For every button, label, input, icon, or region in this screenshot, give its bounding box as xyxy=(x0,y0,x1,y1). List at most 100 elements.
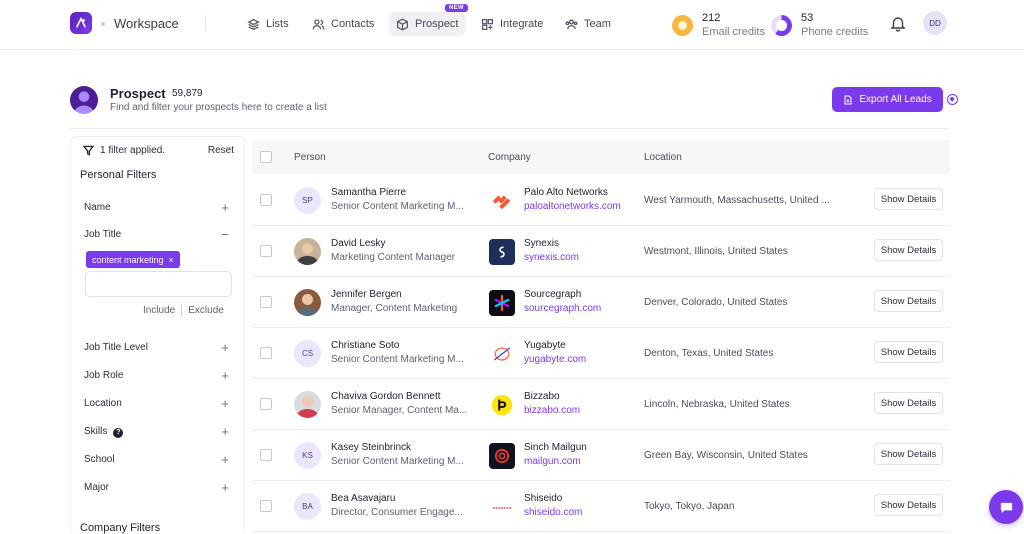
bell-icon[interactable] xyxy=(889,14,907,32)
company-domain-link[interactable]: mailgun.com xyxy=(524,456,581,467)
include-option[interactable]: Include xyxy=(143,305,175,316)
email-credits-icon xyxy=(672,14,693,36)
user-avatar[interactable]: DD xyxy=(923,11,947,35)
person-name[interactable]: Christiane Soto xyxy=(331,340,399,351)
show-details-button[interactable]: Show Details xyxy=(874,443,943,465)
filter-job-role[interactable]: Job Role + xyxy=(84,369,229,382)
person-location: Denton, Texas, United States xyxy=(644,348,774,359)
job-title-tag[interactable]: content marketing × xyxy=(86,251,180,268)
company-domain-link[interactable]: yugabyte.com xyxy=(524,354,586,365)
company-domain-link[interactable]: shiseido.com xyxy=(524,507,582,518)
table-row[interactable]: CS Christiane Soto Senior Content Market… xyxy=(252,328,950,379)
chat-support-button[interactable] xyxy=(989,490,1023,524)
table-row[interactable]: BA Bea Asavajaru Director, Consumer Enga… xyxy=(252,481,950,532)
row-checkbox[interactable] xyxy=(260,296,272,308)
person-location: Tokyo, Tokyo, Japan xyxy=(644,501,735,512)
filter-skills[interactable]: Skills? + xyxy=(84,423,229,439)
show-details-button[interactable]: Show Details xyxy=(874,494,943,516)
filter-school[interactable]: School + xyxy=(84,453,229,466)
filter-job-title[interactable]: Job Title − xyxy=(84,226,229,242)
row-checkbox[interactable] xyxy=(260,347,272,359)
avatar: CS xyxy=(294,340,321,367)
table-row[interactable]: David Lesky Marketing Content Manager Sy… xyxy=(252,226,950,277)
company-name: Yugabyte xyxy=(524,340,566,351)
filter-panel: 1 filter applied. Reset Personal Filters… xyxy=(70,136,245,534)
table-row[interactable]: SP Samantha Pierre Senior Content Market… xyxy=(252,175,950,226)
table-row[interactable]: Chaviva Gordon Bennett Senior Manager, C… xyxy=(252,379,950,430)
export-all-leads-label: Export All Leads xyxy=(859,94,932,105)
show-details-button[interactable]: Show Details xyxy=(874,290,943,312)
company-domain-link[interactable]: bizzabo.com xyxy=(524,405,580,416)
row-checkbox[interactable] xyxy=(260,449,272,461)
select-all-checkbox[interactable] xyxy=(260,151,272,163)
page-subtitle: Find and filter your prospects here to c… xyxy=(110,102,327,113)
chat-icon xyxy=(1000,502,1012,513)
show-details-button[interactable]: Show Details xyxy=(874,392,943,414)
nav-lists-label: Lists xyxy=(266,18,289,30)
table-row[interactable]: KS Kasey Steinbrinck Senior Content Mark… xyxy=(252,430,950,481)
company-name: Sourcegraph xyxy=(524,289,582,300)
job-title-input[interactable] xyxy=(85,271,232,297)
row-checkbox[interactable] xyxy=(260,398,272,410)
person-name[interactable]: Samantha Pierre xyxy=(331,187,406,198)
export-options-icon[interactable] xyxy=(947,94,958,105)
minus-icon: − xyxy=(221,226,229,242)
person-name[interactable]: David Lesky xyxy=(331,238,385,249)
show-details-button[interactable]: Show Details xyxy=(874,341,943,363)
show-details-button[interactable]: Show Details xyxy=(874,188,943,210)
nav-integrate-label: Integrate xyxy=(500,18,544,30)
remove-tag-icon[interactable]: × xyxy=(169,255,174,265)
company-domain-link[interactable]: sourcegraph.com xyxy=(524,303,601,314)
person-title: Senior Content Marketing M... xyxy=(331,354,464,365)
nav-team[interactable]: Team xyxy=(558,12,618,36)
filter-location-label: Location xyxy=(84,398,122,409)
filter-job-title-level[interactable]: Job Title Level + xyxy=(84,341,229,354)
plus-icon: + xyxy=(221,479,229,495)
company-name: Bizzabo xyxy=(524,391,560,402)
email-credits[interactable]: 212 Email credits xyxy=(672,10,765,40)
reset-filters-button[interactable]: Reset xyxy=(208,145,234,156)
sourcegraph-logo-icon xyxy=(489,290,515,316)
nav-contacts[interactable]: Contacts xyxy=(305,12,381,36)
nav-integrate[interactable]: Integrate xyxy=(474,12,550,36)
yugabyte-logo-icon xyxy=(489,341,515,367)
shiseido-logo-icon xyxy=(489,494,515,520)
filter-name[interactable]: Name + xyxy=(84,201,229,214)
nav-lists[interactable]: Lists xyxy=(240,12,296,36)
filters-applied-text: 1 filter applied. xyxy=(100,145,166,156)
filter-skills-text: Skills? xyxy=(84,426,124,438)
workspace-name[interactable]: Workspace xyxy=(114,16,179,31)
person-name[interactable]: Bea Asavajaru xyxy=(331,493,396,504)
person-name[interactable]: Chaviva Gordon Bennett xyxy=(331,391,441,402)
company-domain-link[interactable]: paloaltonetworks.com xyxy=(524,201,621,212)
app-logo-icon[interactable] xyxy=(70,12,92,34)
export-all-leads-button[interactable]: Export All Leads xyxy=(832,87,943,112)
row-checkbox[interactable] xyxy=(260,500,272,512)
person-title: Senior Manager, Content Ma... xyxy=(331,405,468,416)
table-row[interactable]: Jennifer Bergen Manager, Content Marketi… xyxy=(252,277,950,328)
phone-credits-value: 53 xyxy=(801,12,814,24)
company-domain-link[interactable]: synexis.com xyxy=(524,252,579,263)
show-details-button[interactable]: Show Details xyxy=(874,239,943,261)
row-checkbox[interactable] xyxy=(260,194,272,206)
person-name[interactable]: Kasey Steinbrinck xyxy=(331,442,411,453)
nav-prospect[interactable]: Prospect xyxy=(389,12,466,36)
email-credits-value: 212 xyxy=(702,12,721,24)
job-title-tag-label: content marketing xyxy=(92,254,164,265)
avatar: KS xyxy=(294,442,321,469)
plus-icon: + xyxy=(221,423,229,439)
nav-prospect-label: Prospect xyxy=(415,18,459,30)
users-icon xyxy=(312,18,325,29)
top-navigation-bar: Workspace Lists Contacts Prospect NEW In… xyxy=(0,0,1024,50)
avatar xyxy=(294,238,321,265)
filter-location[interactable]: Location + xyxy=(84,397,229,410)
help-icon[interactable]: ? xyxy=(113,427,124,438)
column-person: Person xyxy=(294,152,326,163)
person-location: Denver, Colorado, United States xyxy=(644,297,788,308)
filter-major[interactable]: Major + xyxy=(84,479,229,495)
exclude-option[interactable]: Exclude xyxy=(188,305,224,316)
person-name[interactable]: Jennifer Bergen xyxy=(331,289,402,300)
phone-credits[interactable]: 53 Phone credits xyxy=(771,10,868,40)
row-checkbox[interactable] xyxy=(260,245,272,257)
email-credits-label: Email credits xyxy=(702,26,765,38)
